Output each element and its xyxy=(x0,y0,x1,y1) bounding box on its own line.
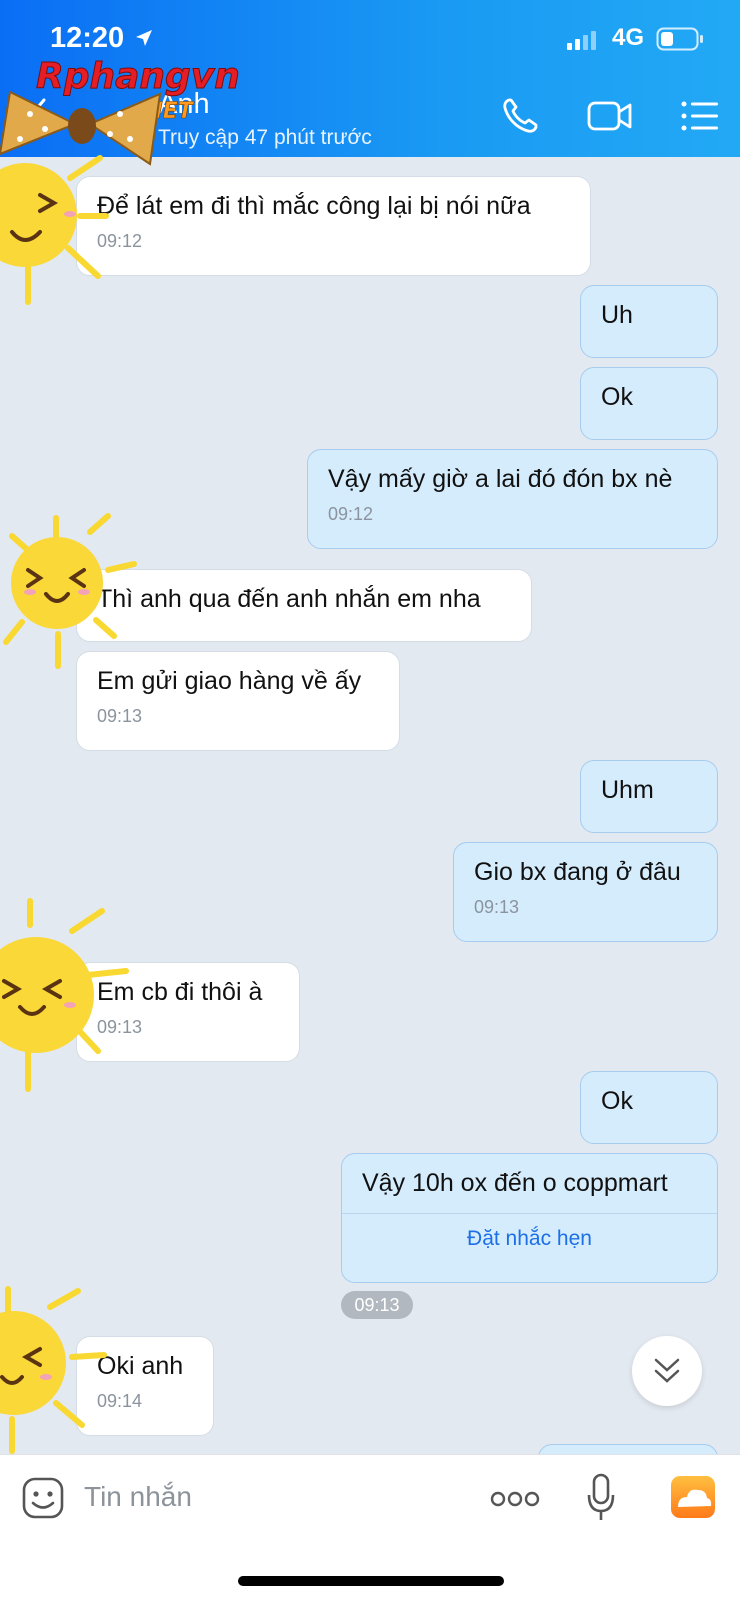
message-time: 09:12 xyxy=(97,231,143,252)
message-bubble-outgoing[interactable]: Vậy 10h ox đến o coppmart Đặt nhắc hẹn xyxy=(341,1153,718,1283)
emoji-sticker-icon[interactable] xyxy=(22,1477,64,1519)
message-bubble-outgoing[interactable]: Ok xyxy=(580,1071,718,1144)
svg-text:Rphangvn: Rphangvn xyxy=(36,56,240,97)
message-bubble-outgoing[interactable]: Vậy mấy giờ a lai đó đón bx nè 09:12 xyxy=(307,449,718,549)
message-bubble-incoming[interactable]: Em gửi giao hàng về ấy 09:13 xyxy=(76,651,400,751)
message-bubble-outgoing[interactable]: Uhm xyxy=(580,760,718,833)
message-text: Ok xyxy=(601,1087,633,1115)
gallery-image-icon[interactable] xyxy=(670,1475,716,1519)
time-divider: 09:13 xyxy=(341,1291,413,1319)
svg-text:.NET: .NET xyxy=(136,99,195,124)
message-text: Thì anh qua đến anh nhắn em nha xyxy=(97,585,481,613)
home-indicator xyxy=(238,1576,504,1586)
more-options-icon[interactable] xyxy=(490,1489,540,1509)
message-time: 09:13 xyxy=(97,706,143,727)
message-bubble-incoming[interactable]: Oki anh 09:14 xyxy=(76,1336,214,1436)
phone-icon[interactable] xyxy=(500,96,540,136)
message-bubble-outgoing[interactable]: Gio bx đang ở đâu 09:13 xyxy=(453,842,718,942)
network-type: 4G xyxy=(612,24,645,51)
message-text: Vậy mấy giờ a lai đó đón bx nè xyxy=(328,465,673,493)
message-text: Ok xyxy=(601,383,633,411)
message-time: 09:13 xyxy=(474,897,520,918)
status-time: 12:20 xyxy=(50,22,125,54)
signal-icon xyxy=(567,31,596,50)
set-reminder-link[interactable]: Đặt nhắc hẹn xyxy=(362,1226,697,1252)
message-text: Em gửi giao hàng về ấy xyxy=(97,667,362,695)
microphone-icon[interactable] xyxy=(586,1473,616,1523)
location-arrow-icon xyxy=(136,30,152,46)
scroll-to-bottom-button[interactable] xyxy=(632,1336,702,1406)
battery-icon xyxy=(656,27,703,51)
message-bubble-outgoing[interactable]: Ok xyxy=(580,367,718,440)
chat-header: 12:20 4G Anh Truy cập 47 phút trước Rpha… xyxy=(0,0,740,157)
message-text: Để lát em đi thì mắc công lại bị nói nữa xyxy=(97,192,531,220)
contact-last-seen: Truy cập 47 phút trước xyxy=(158,126,372,149)
message-time: 09:13 xyxy=(97,1017,143,1038)
menu-list-icon[interactable] xyxy=(680,96,720,136)
message-time: 09:14 xyxy=(97,1391,143,1412)
message-bubble-incoming[interactable]: Để lát em đi thì mắc công lại bị nói nữa… xyxy=(76,176,591,276)
message-text: Vậy 10h ox đến o coppmart xyxy=(362,1169,668,1197)
watermark-logo: Rphangvn .NET xyxy=(36,56,240,124)
bubble-divider xyxy=(342,1213,717,1215)
message-text: Uhm xyxy=(601,776,654,804)
message-bubble-outgoing[interactable]: Uh xyxy=(580,285,718,358)
message-text: Uh xyxy=(601,301,633,329)
message-bubble-incoming[interactable]: Thì anh qua đến anh nhắn em nha xyxy=(76,569,532,642)
message-input[interactable]: Tin nhắn xyxy=(84,1481,192,1513)
video-call-icon[interactable] xyxy=(586,96,634,136)
message-text: Gio bx đang ở đâu xyxy=(474,858,681,886)
message-text: Oki anh xyxy=(97,1352,184,1380)
message-bubble-incoming[interactable]: Em cb đi thôi à 09:13 xyxy=(76,962,300,1062)
double-chevron-down-icon xyxy=(654,1358,680,1383)
message-text: Em cb đi thôi à xyxy=(97,978,263,1006)
message-time: 09:12 xyxy=(328,504,374,525)
